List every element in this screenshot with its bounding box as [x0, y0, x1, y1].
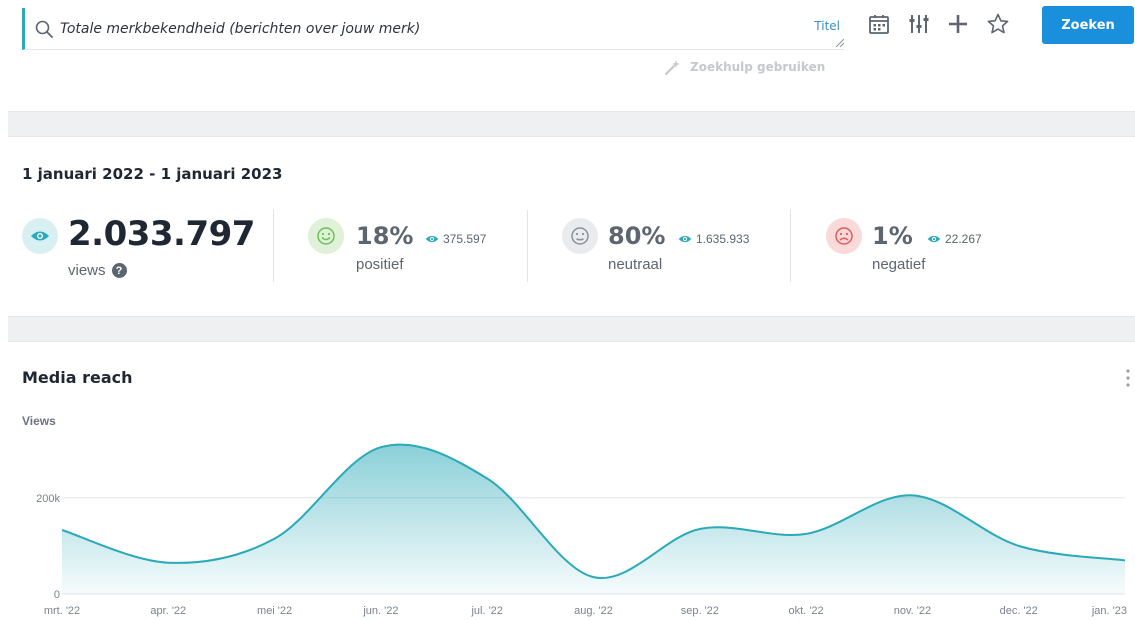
search-help-label: Zoekhulp gebruiken: [690, 60, 826, 74]
negative-label: negatief: [872, 256, 926, 273]
divider: [273, 210, 274, 282]
negative-badge: [826, 218, 862, 254]
negative-count-value: 22.267: [945, 232, 982, 246]
x-tick-label: dec. '22: [1000, 605, 1038, 617]
resize-handle-icon[interactable]: [834, 37, 844, 47]
views-label: views: [68, 262, 106, 279]
views-badge: [22, 218, 58, 254]
neutral-count: 1.635.933: [678, 232, 749, 246]
section-separator: [8, 111, 1135, 137]
positive-percent: 18%: [356, 222, 414, 250]
positive-label: positief: [356, 256, 404, 273]
total-views: 2.033.797: [68, 214, 255, 254]
eye-icon: [31, 231, 49, 241]
chart-title: Media reach: [22, 368, 133, 387]
date-range: 1 januari 2022 - 1 januari 2023: [22, 165, 283, 183]
neutral-face-icon: [571, 227, 589, 245]
eye-icon: [425, 235, 439, 243]
help-icon[interactable]: ?: [111, 263, 127, 278]
divider: [527, 210, 528, 282]
star-icon[interactable]: [986, 12, 1010, 36]
neutral-count-value: 1.635.933: [696, 232, 750, 246]
x-tick-label: mei '22: [257, 605, 292, 617]
search-field-tag[interactable]: Titel: [814, 19, 840, 33]
sad-face-icon: [835, 227, 853, 245]
search-bar[interactable]: Titel: [22, 8, 844, 50]
views-label-row: views ?: [68, 262, 127, 279]
neutral-badge: [562, 218, 598, 254]
y-tick-label: 200k: [36, 493, 60, 505]
x-tick-label: nov. '22: [894, 605, 931, 617]
chart-y-title: Views: [22, 414, 56, 428]
search-help-link[interactable]: Zoekhulp gebruiken: [664, 58, 825, 76]
negative-percent: 1%: [872, 222, 913, 250]
neutral-percent: 80%: [608, 222, 666, 250]
x-tick-label: okt. '22: [789, 605, 824, 617]
series-area: [62, 444, 1125, 594]
x-tick-label: mrt. '22: [44, 605, 80, 617]
x-tick-label: aug. '22: [574, 605, 613, 617]
calendar-icon[interactable]: [867, 12, 891, 36]
search-input[interactable]: [60, 8, 800, 50]
x-tick-label: apr. '22: [150, 605, 186, 617]
x-tick-label: jun. '22: [362, 605, 398, 617]
section-separator: [8, 316, 1135, 342]
eye-icon: [678, 235, 692, 243]
positive-count-value: 375.597: [443, 232, 487, 246]
x-tick-label: jul. '22: [470, 605, 502, 617]
plus-icon[interactable]: [946, 12, 970, 36]
y-tick-label: 0: [54, 589, 60, 601]
media-reach-chart: 0 200k mrt. '22 apr. '22 mei '22 jun. '22 jul.…: [36, 443, 1127, 617]
search-icon: [35, 20, 53, 38]
eye-icon: [927, 235, 941, 243]
x-tick-label: sep. '22: [681, 605, 719, 617]
positive-count: 375.597: [425, 232, 486, 246]
divider: [790, 210, 791, 282]
negative-count: 22.267: [927, 232, 982, 246]
x-tick-label: jan. '23: [1091, 605, 1127, 617]
magic-wand-icon: [664, 60, 680, 76]
more-options-icon[interactable]: [1124, 368, 1132, 388]
search-button[interactable]: Zoeken: [1042, 6, 1134, 44]
positive-badge: [308, 218, 344, 254]
smile-icon: [317, 227, 335, 245]
sliders-icon[interactable]: [907, 12, 931, 36]
neutral-label: neutraal: [608, 256, 663, 273]
